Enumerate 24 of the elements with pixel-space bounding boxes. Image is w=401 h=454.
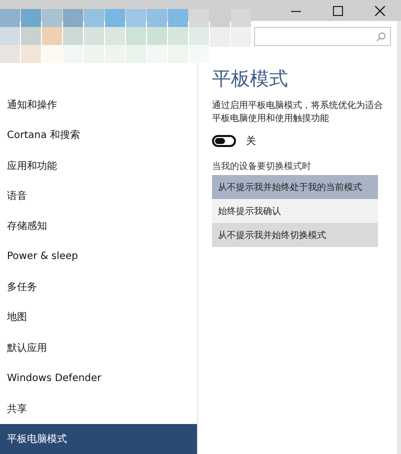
- dropdown-label: 当我的设备要切换模式时: [212, 160, 312, 173]
- sidebar-item[interactable]: 存储感知: [0, 211, 197, 242]
- sidebar-item[interactable]: Windows Defender: [0, 362, 197, 394]
- sidebar-item[interactable]: 应用和功能: [0, 150, 197, 181]
- search-field[interactable]: [254, 27, 391, 46]
- sidebar-item[interactable]: 多任务: [0, 272, 197, 302]
- maximize-icon: [333, 6, 343, 16]
- page-heading: 平板模式: [212, 67, 289, 92]
- sidebar-item[interactable]: 通知和操作: [0, 90, 197, 120]
- description-text: 通过启用平板电脑模式，将系统优化为适合平板电脑使用和使用触摸功能: [212, 100, 384, 126]
- close-icon: [375, 6, 385, 16]
- sidebar-item[interactable]: 共享: [0, 393, 197, 424]
- toggle-label: 关: [246, 134, 256, 148]
- dropdown-option[interactable]: 从不提示我并始终处于我的当前模式: [212, 175, 378, 199]
- sidebar-item[interactable]: Cortana 和搜索: [0, 120, 197, 150]
- sidebar-item[interactable]: Power & sleep: [0, 241, 197, 272]
- search-icon: [376, 32, 386, 42]
- toggle-switch[interactable]: [212, 135, 236, 147]
- sidebar-item[interactable]: 地图: [0, 302, 197, 333]
- sidebar-item[interactable]: 默认应用: [0, 332, 197, 363]
- dropdown-option[interactable]: 从不提示我并始终切换模式: [212, 223, 378, 247]
- sidebar-item[interactable]: 平板电脑模式: [0, 424, 197, 454]
- sidebar-item[interactable]: 语音: [0, 180, 197, 212]
- dropdown-option[interactable]: 始终提示我确认: [212, 199, 378, 223]
